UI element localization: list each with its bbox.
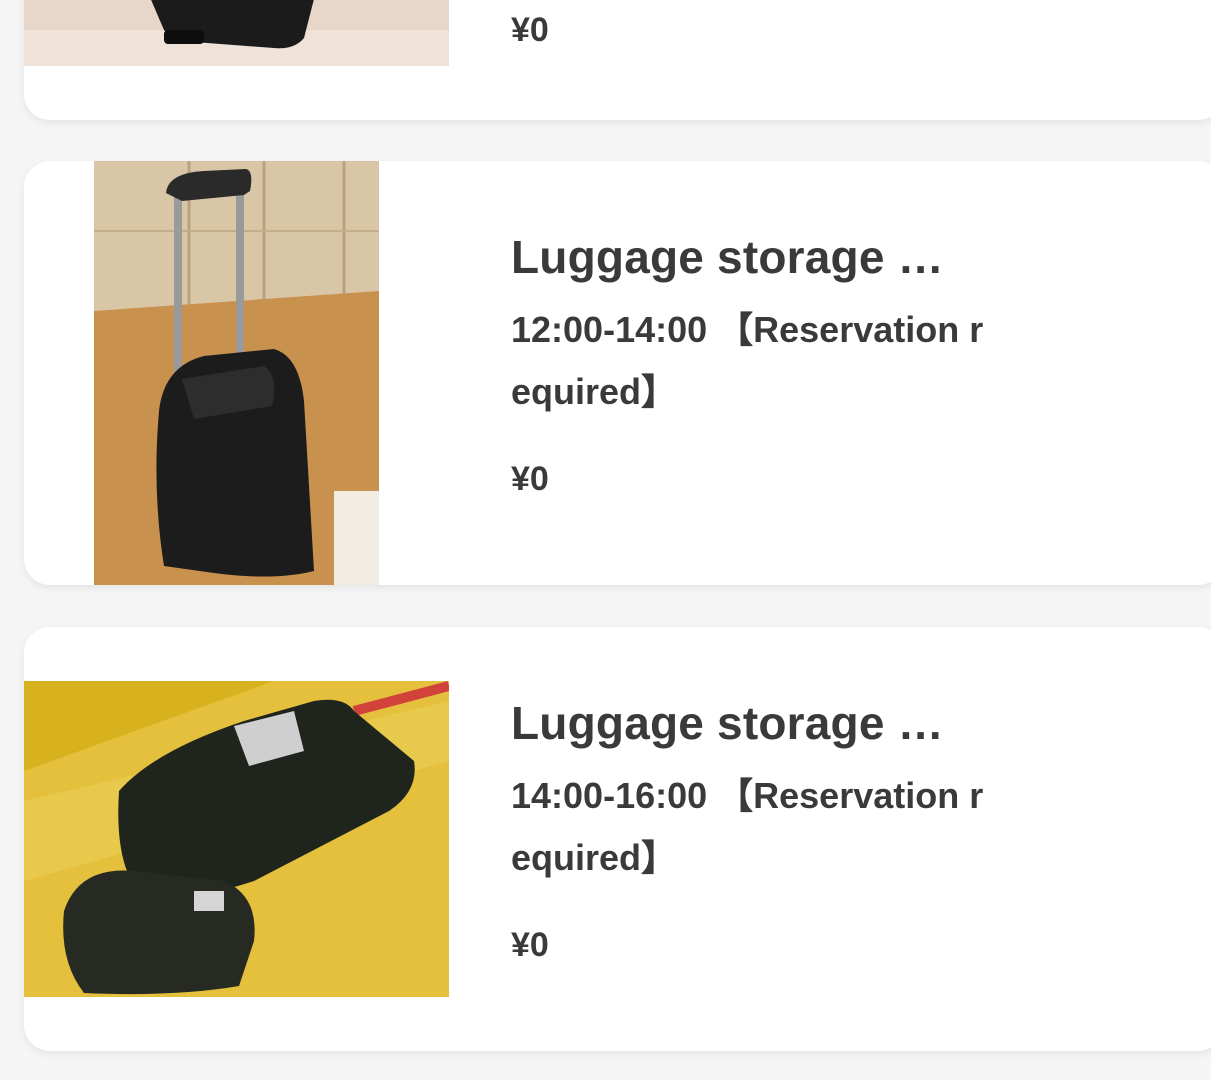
listing-title-1[interactable]: Luggage storage … bbox=[511, 229, 1001, 285]
listing-card-0[interactable]: ¥0 bbox=[24, 0, 1211, 120]
listing-text-2: Luggage storage … 14:00-16:00 【Reservati… bbox=[511, 695, 1001, 967]
listing-price-0: ¥0 bbox=[511, 11, 549, 49]
listing-title-2[interactable]: Luggage storage … bbox=[511, 695, 1001, 751]
listing-time-1: 12:00-14:00 【Reservation required】 bbox=[511, 309, 984, 412]
listing-card-2[interactable]: Luggage storage … 14:00-16:00 【Reservati… bbox=[24, 627, 1211, 1051]
listing-price-2: ¥0 bbox=[511, 926, 549, 964]
black-bags-photo-icon bbox=[24, 681, 449, 997]
suitcase-photo-icon bbox=[24, 0, 449, 66]
rolling-suitcase-photo-icon bbox=[94, 161, 379, 585]
listing-price-1: ¥0 bbox=[511, 460, 549, 498]
listing-photo-1 bbox=[94, 161, 379, 585]
listing-card-1[interactable]: Luggage storage … 12:00-14:00 【Reservati… bbox=[24, 161, 1211, 585]
listing-photo-2 bbox=[24, 681, 449, 997]
listing-time-2: 14:00-16:00 【Reservation required】 bbox=[511, 775, 984, 878]
listing-text-1: Luggage storage … 12:00-14:00 【Reservati… bbox=[511, 229, 1001, 501]
listing-photo-0 bbox=[24, 0, 449, 66]
